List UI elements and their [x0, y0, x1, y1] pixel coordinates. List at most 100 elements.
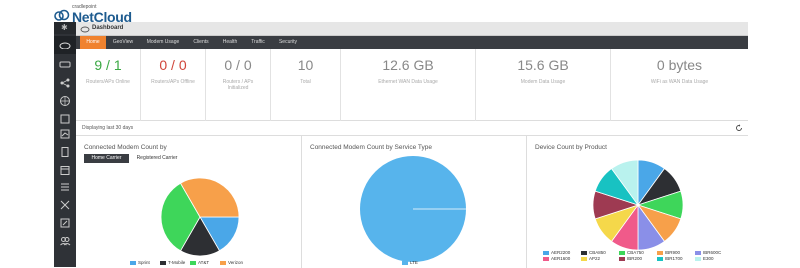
stat-value: 12.6 GB [382, 57, 434, 73]
edit-icon[interactable] [58, 217, 72, 229]
legend-swatch [220, 260, 226, 265]
legend-item[interactable]: IBR200 [619, 256, 642, 261]
tab-geoview[interactable]: GeoView [108, 36, 138, 49]
document-icon[interactable] [58, 146, 72, 158]
sidebar: ✱ [54, 22, 76, 267]
stat-label: Routers/APs Offline [151, 79, 195, 85]
legend-swatch [402, 260, 408, 265]
legend-item[interactable]: IBR900 [657, 250, 680, 255]
legend-swatch [695, 250, 701, 255]
legend-swatch [543, 250, 549, 255]
stat-modem-data[interactable]: 15.6 GB Modem Data Usage [476, 49, 611, 121]
sidebar-top: ✱ [54, 22, 76, 34]
legend-swatch [581, 256, 587, 261]
legend-item[interactable]: AER1600 [543, 256, 570, 261]
pie-chart-product [592, 159, 684, 251]
cloud-icon [80, 26, 90, 33]
stat-label: Routers / APs Initialized [222, 79, 254, 91]
legend-swatch [619, 256, 625, 261]
stat-value: 9 / 1 [94, 57, 122, 73]
legend-item[interactable]: Verizon [220, 260, 243, 265]
stat-value: 0 / 0 [159, 57, 187, 73]
legend-label: IBR1700 [665, 256, 683, 261]
panel-service-type: Connected Modem Count by Service Type LT… [302, 136, 527, 268]
stat-label: WiFi as WAN Data Usage [650, 79, 709, 85]
refresh-icon[interactable] [735, 124, 743, 132]
tab-health[interactable]: Health [218, 36, 242, 49]
share-icon[interactable] [58, 77, 72, 89]
users-icon[interactable] [58, 235, 72, 247]
legend-swatch [657, 250, 663, 255]
stat-initialized[interactable]: 0 / 0 Routers / APs Initialized [206, 49, 271, 121]
legend-item[interactable]: E300 [695, 256, 714, 261]
legend-swatch [619, 250, 625, 255]
legend-item[interactable]: AP22 [581, 256, 600, 261]
stat-total[interactable]: 10 Total [271, 49, 341, 121]
legend-swatch [581, 250, 587, 255]
legend-label: AER1600 [551, 256, 571, 261]
panel-modem-carrier: Connected Modem Count by Home Carrier Re… [76, 136, 302, 268]
legend-item[interactable]: CBA850 [581, 250, 606, 255]
tab-traffic[interactable]: Traffic [246, 36, 270, 49]
legend-swatch [695, 256, 701, 261]
main-content: Dashboard Home GeoView Modem Usage Clien… [76, 22, 748, 268]
list-icon[interactable] [58, 181, 72, 193]
stats-row: 9 / 1 Routers/APs Online 0 / 0 Routers/A… [76, 49, 748, 121]
legend-item[interactable]: AT&T [190, 260, 209, 265]
charts-area: Connected Modem Count by Home Carrier Re… [76, 135, 748, 268]
legend-item[interactable]: IBR1700 [657, 256, 683, 261]
calendar-icon[interactable] [58, 164, 72, 176]
legend-label: T-Mobile [168, 260, 186, 265]
stat-value: 10 [297, 57, 314, 73]
legend-swatch [190, 260, 196, 265]
panel-product: Device Count by Product AER2200 CBA850 CBA… [527, 136, 748, 268]
legend-item[interactable]: IBR600C [695, 250, 721, 255]
chart-icon[interactable] [58, 128, 72, 140]
legend-label: LTE [410, 260, 418, 265]
legend-label: IBR200 [627, 256, 643, 261]
stat-label: Modem Data Usage [520, 79, 566, 85]
page-title: Dashboard [92, 25, 124, 31]
date-range-text: Displaying last 30 days [82, 125, 134, 131]
legend-label: E300 [703, 256, 714, 261]
legend-item[interactable]: Sprint [130, 260, 150, 265]
settings-icon[interactable]: ✱ [61, 23, 68, 32]
legend-label: AT&T [198, 260, 210, 265]
legend-label: CBA750 [627, 250, 644, 255]
tab-security[interactable]: Security [274, 36, 302, 49]
tab-bar: Home GeoView Modem Usage Clients Health … [76, 36, 748, 49]
tab-modem-usage[interactable]: Modem Usage [142, 36, 184, 49]
pie-chart-carrier [160, 177, 240, 257]
stat-ethernet-wan[interactable]: 12.6 GB Ethernet WAN Data Usage [341, 49, 476, 121]
legend-label: IBR900 [665, 250, 681, 255]
legend-item[interactable]: AER2200 [543, 250, 570, 255]
legend-item[interactable]: LTE [402, 260, 418, 265]
tab-home[interactable]: Home [80, 36, 106, 49]
stat-wifi-wan[interactable]: 0 bytes WiFi as WAN Data Usage [611, 49, 748, 121]
titlebar: Dashboard [76, 22, 748, 36]
globe-icon[interactable] [58, 95, 72, 107]
stat-value: 0 / 0 [224, 57, 252, 73]
stat-label: Routers/APs Online [86, 79, 130, 85]
legend-swatch [160, 260, 166, 265]
legend-item[interactable]: CBA750 [619, 250, 644, 255]
stat-online[interactable]: 9 / 1 Routers/APs Online [76, 49, 141, 121]
cloud-icon[interactable] [58, 39, 72, 51]
pie-chart-service [360, 156, 466, 262]
legend-label: CBA850 [589, 250, 606, 255]
legend-item[interactable]: T-Mobile [160, 260, 185, 265]
cloud-logo-icon [54, 9, 70, 21]
legend-label: AER2200 [551, 250, 571, 255]
legend-swatch [657, 256, 663, 261]
stat-value: 0 bytes [656, 57, 703, 73]
legend-label: AP22 [589, 256, 601, 261]
box-icon[interactable] [58, 113, 72, 125]
legend-label: IBR600C [703, 250, 722, 255]
tools-icon[interactable] [58, 199, 72, 211]
stat-offline[interactable]: 0 / 0 Routers/APs Offline [141, 49, 206, 121]
legend-swatch [130, 260, 136, 265]
devices-icon[interactable] [58, 58, 72, 70]
stat-label: Ethernet WAN Data Usage [378, 79, 438, 85]
legend-label: Verizon [228, 260, 244, 265]
tab-clients[interactable]: Clients [188, 36, 214, 49]
